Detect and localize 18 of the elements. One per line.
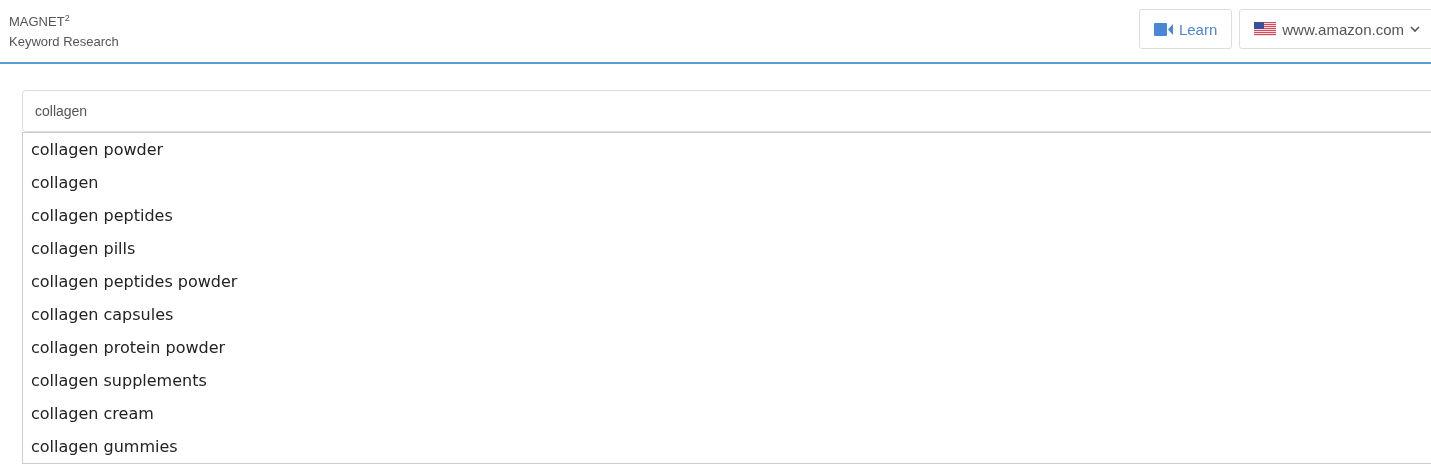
brand-title: MAGNET$^{2}$: [9, 13, 71, 30]
suggestion-item[interactable]: collagen supplements: [23, 364, 1431, 397]
flag-icon: [1254, 22, 1277, 36]
learn-button[interactable]: Learn: [1138, 9, 1233, 49]
suggestion-item[interactable]: collagen capsules: [23, 298, 1431, 331]
suggestion-item[interactable]: collagen peptides powder: [23, 265, 1431, 298]
page-subtitle: Keyword Research: [9, 33, 119, 49]
suggestion-item[interactable]: collagen pills: [23, 232, 1431, 265]
suggestion-item[interactable]: collagen powder: [23, 133, 1431, 166]
suggestion-item[interactable]: collagen: [23, 166, 1431, 199]
suggestion-item[interactable]: collagen protein powder: [23, 331, 1431, 364]
marketplace-dropdown[interactable]: www.amazon.com: [1239, 9, 1431, 49]
video-camera-icon: [1153, 22, 1173, 36]
search-field[interactable]: collagen: [22, 90, 1431, 132]
suggestion-item[interactable]: collagen gummies: [23, 430, 1431, 463]
chevron-down-icon: [1410, 25, 1420, 33]
suggestion-item[interactable]: collagen peptides: [23, 199, 1431, 232]
suggestion-item[interactable]: collagen cream: [23, 397, 1431, 430]
